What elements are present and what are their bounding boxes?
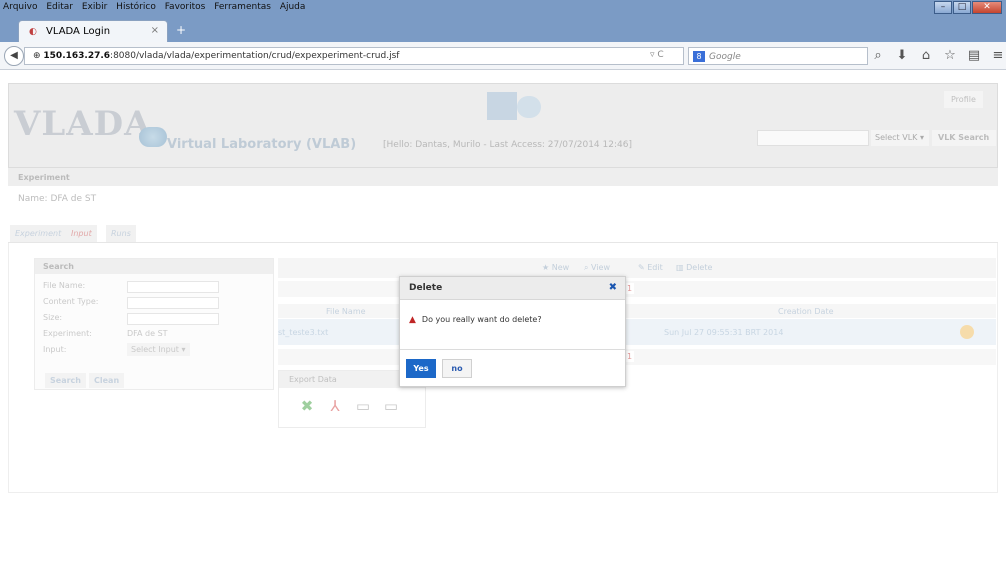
menu-editar[interactable]: Editar <box>43 0 76 12</box>
menu-icon[interactable]: ≡ <box>986 48 1006 63</box>
menu-ajuda[interactable]: Ajuda <box>277 0 309 12</box>
loading-icon: ◐ <box>29 27 37 37</box>
clean-button[interactable]: Clean <box>89 373 125 388</box>
back-arrow-icon[interactable]: ◀ <box>4 46 24 66</box>
dialog-message: ▲ Do you really want do delete? <box>409 315 542 325</box>
profile-button[interactable]: Profile <box>944 91 983 108</box>
csv-export-icon[interactable]: ▭ <box>351 397 375 417</box>
menu-arquivo[interactable]: Arquivo <box>0 0 40 12</box>
size-label: Size: <box>43 313 63 322</box>
logo-image <box>139 127 167 147</box>
banner-globe-image <box>517 96 541 118</box>
table-row[interactable]: st_teste3.txt Sun Jul 27 09:55:31 BRT 20… <box>278 319 996 345</box>
experiment-label: Experiment: <box>43 329 92 338</box>
page-number-bottom[interactable]: 1 <box>625 351 635 362</box>
no-button[interactable]: no <box>442 359 472 378</box>
url-host: 150.163.27.6 <box>43 51 111 61</box>
tab-experiment[interactable]: Experiment <box>10 225 67 242</box>
dialog-title: Delete ✖ <box>400 277 625 300</box>
url-path: :8080/vlada/vlada/experimentation/crud/e… <box>110 51 400 61</box>
maximize-icon[interactable]: □ <box>953 1 971 14</box>
tab-runs[interactable]: Runs <box>106 225 136 242</box>
google-icon[interactable]: 8 <box>693 51 705 62</box>
tab-title: VLADA Login <box>46 26 111 37</box>
paginator-top: 1 <box>278 281 996 297</box>
experiment-value: DFA de ST <box>127 329 168 338</box>
warning-icon: ▲ <box>409 315 416 325</box>
cell-file-name: st_teste3.txt <box>278 328 329 337</box>
close-icon[interactable]: ✖ <box>609 282 617 293</box>
paginator-bottom: 1 <box>278 349 996 365</box>
menu-historico[interactable]: Histórico <box>113 0 159 12</box>
size-input[interactable] <box>127 313 219 325</box>
bookmark-star-icon[interactable]: ☆ <box>938 48 962 63</box>
cell-creation-date: Sun Jul 27 09:55:31 BRT 2014 <box>664 328 784 337</box>
table-header: File Name Creation Date <box>278 304 996 318</box>
column-file-name[interactable]: File Name <box>326 307 366 316</box>
new-tab-button[interactable]: + <box>176 23 186 37</box>
search-panel-title: Search <box>35 259 273 274</box>
input-label: Input: <box>43 345 67 354</box>
vlk-input[interactable] <box>757 130 869 146</box>
excel-export-icon[interactable]: ✖ <box>295 397 319 417</box>
export-icons: ✖ ⅄ ▭ ▭ <box>295 397 407 417</box>
xml-export-icon[interactable]: ▭ <box>379 397 403 417</box>
experiment-name: Name: DFA de ST <box>18 194 97 204</box>
minimize-icon[interactable]: – <box>934 1 952 14</box>
content-type-input[interactable] <box>127 297 219 309</box>
url-bar[interactable]: ⊕ 150.163.27.6:8080/vlada/vlada/experime… <box>24 47 684 65</box>
menu-favoritos[interactable]: Favoritos <box>162 0 209 12</box>
dialog-divider <box>400 349 625 350</box>
vlk-search-button[interactable]: VLK Search <box>932 130 996 146</box>
browser-tab[interactable]: ◐ VLADA Login × <box>18 20 168 42</box>
search-input[interactable]: 8 Google <box>688 47 868 65</box>
vlada-logo: VLADA <box>14 104 152 144</box>
close-window-icon[interactable]: ✕ <box>972 1 1002 14</box>
edit-button[interactable]: ✎ Edit <box>638 263 663 272</box>
pdf-export-icon[interactable]: ⅄ <box>323 397 347 417</box>
download-icon[interactable] <box>960 325 974 339</box>
user-greeting: [Hello: Dantas, Murilo - Last Access: 27… <box>383 140 632 150</box>
download-icon[interactable]: ⬇ <box>890 48 914 63</box>
page-number[interactable]: 1 <box>625 283 635 294</box>
home-icon[interactable]: ⌂ <box>914 48 938 63</box>
bookmarks-icon[interactable]: ▤ <box>962 48 986 63</box>
file-name-label: File Name: <box>43 281 86 290</box>
tab-close-icon[interactable]: × <box>151 25 159 36</box>
toolbar-icons: ⌕ ⬇ ⌂ ☆ ▤ ≡ <box>866 48 1006 63</box>
search-panel: Search File Name: Content Type: Size: Ex… <box>34 258 274 390</box>
crud-toolbar: ★ New ⌕ View ✎ Edit ▥ Delete <box>278 258 996 278</box>
menu-bar: Arquivo Editar Exibir Histórico Favorito… <box>0 0 1006 16</box>
experiment-section-title: Experiment <box>8 168 998 186</box>
search-placeholder: Google <box>709 52 741 62</box>
menu-exibir[interactable]: Exibir <box>79 0 110 12</box>
tab-input[interactable]: Input <box>66 225 97 242</box>
file-name-input[interactable] <box>127 281 219 293</box>
content-type-label: Content Type: <box>43 297 99 306</box>
column-creation-date[interactable]: Creation Date <box>778 307 834 316</box>
input-select[interactable]: Select Input ▾ <box>127 343 190 356</box>
view-button[interactable]: ⌕ View <box>584 263 610 273</box>
tab-strip: ◐ VLADA Login × + <box>0 16 1006 42</box>
window-controls: – □ ✕ <box>933 1 1002 14</box>
reload-icon[interactable]: ▿ C <box>650 50 664 60</box>
delete-button[interactable]: ▥ Delete <box>676 263 712 272</box>
delete-dialog: Delete ✖ ▲ Do you really want do delete? … <box>399 276 626 387</box>
page-content: VLADA Virtual Laboratory (VLAB) [Hello: … <box>0 71 1006 574</box>
search-button[interactable]: Search <box>45 373 86 388</box>
navigation-bar: ◀ ⊕ 150.163.27.6:8080/vlada/vlada/experi… <box>0 42 1006 70</box>
banner-image <box>487 92 517 120</box>
site-header: VLADA Virtual Laboratory (VLAB) [Hello: … <box>8 83 998 168</box>
menu-ferramentas[interactable]: Ferramentas <box>211 0 274 12</box>
page-title: Virtual Laboratory (VLAB) <box>167 137 357 152</box>
search-icon[interactable]: ⌕ <box>866 48 890 63</box>
yes-button[interactable]: Yes <box>406 359 436 378</box>
vlk-select[interactable]: Select VLK ▾ <box>871 130 929 146</box>
tab-bar: Experiment Input Runs <box>8 221 998 243</box>
globe-icon: ⊕ <box>33 51 44 61</box>
new-button[interactable]: ★ New <box>542 263 569 272</box>
